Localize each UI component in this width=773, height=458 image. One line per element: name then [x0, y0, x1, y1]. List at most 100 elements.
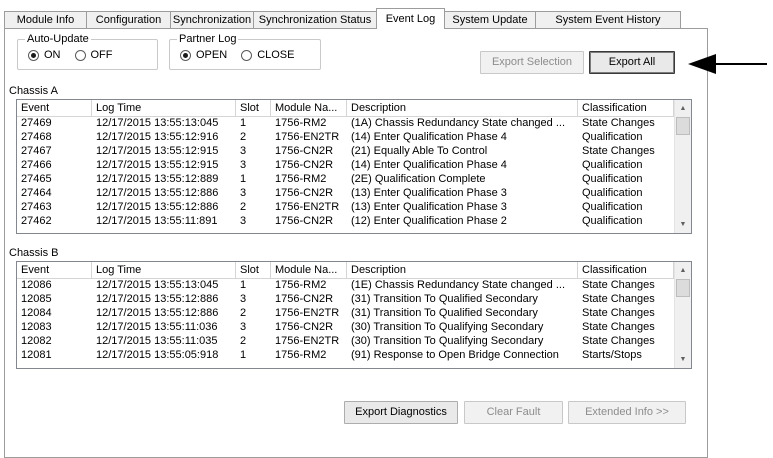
cell-slot: 2	[240, 202, 247, 213]
cell-description: (14) Enter Qualification Phase 4	[351, 132, 507, 143]
cell-description: (13) Enter Qualification Phase 3	[351, 188, 507, 199]
table-row[interactable]: 27468 12/17/2015 13:55:12:916 2 1756-EN2TR (…	[17, 132, 674, 143]
table-row[interactable]: 27462 12/17/2015 13:55:11:891 3 1756-CN2R (1…	[17, 216, 674, 227]
chassis-a-event-table[interactable]: Event Log Time Slot Module Na... Description…	[16, 99, 692, 234]
partner-log-open-radio[interactable]: OPEN	[180, 49, 227, 61]
auto-update-title: Auto-Update	[25, 32, 91, 46]
cell-event: 27462	[21, 216, 52, 227]
cell-module-name: 1756-EN2TR	[275, 308, 340, 319]
clear-fault-button[interactable]: Clear Fault	[464, 401, 563, 424]
cell-event: 12083	[21, 322, 52, 333]
chassis-b-event-table[interactable]: Event Log Time Slot Module Na... Description…	[16, 261, 692, 369]
cell-log-time: 12/17/2015 13:55:13:045	[96, 280, 219, 291]
partner-log-close-radio[interactable]: CLOSE	[241, 49, 294, 61]
cell-slot: 3	[240, 216, 247, 227]
scroll-thumb[interactable]	[676, 117, 690, 135]
cell-log-time: 12/17/2015 13:55:11:035	[96, 336, 218, 347]
export-all-button[interactable]: Export All	[589, 51, 675, 74]
cell-log-time: 12/17/2015 13:55:11:036	[96, 322, 218, 333]
tab-module-info[interactable]: Module Info	[4, 11, 87, 28]
cell-module-name: 1756-CN2R	[275, 322, 334, 333]
scroll-down-arrow-icon[interactable]: ▼	[675, 351, 691, 368]
cell-module-name: 1756-EN2TR	[275, 202, 340, 213]
cell-event: 27465	[21, 174, 52, 185]
cell-event: 27466	[21, 160, 52, 171]
table-row[interactable]: 12082 12/17/2015 13:55:11:035 2 1756-EN2TR (…	[17, 336, 674, 347]
cell-module-name: 1756-RM2	[275, 280, 327, 291]
cell-module-name: 1756-EN2TR	[275, 132, 340, 143]
column-header-classification[interactable]: Classification	[578, 100, 674, 116]
tab-event-log[interactable]: Event Log	[376, 8, 445, 29]
left-pointing-arrow-icon	[688, 54, 716, 74]
table-row[interactable]: 27465 12/17/2015 13:55:12:889 1 1756-RM2 (2E…	[17, 174, 674, 185]
cell-module-name: 1756-EN2TR	[275, 336, 340, 347]
partner-log-close-label: CLOSE	[257, 49, 295, 61]
column-header-slot[interactable]: Slot	[236, 262, 271, 278]
cell-description: (14) Enter Qualification Phase 4	[351, 160, 507, 171]
radio-selected-icon	[180, 49, 191, 61]
table-row[interactable]: 27464 12/17/2015 13:55:12:886 3 1756-CN2R (1…	[17, 188, 674, 199]
column-header-classification[interactable]: Classification	[578, 262, 674, 278]
event-log-panel: Auto-Update ON OFF Partner Log OPEN CLOS…	[4, 28, 708, 458]
cell-classification: Qualification	[582, 132, 643, 143]
table-row[interactable]: 27467 12/17/2015 13:55:12:915 3 1756-CN2R (2…	[17, 146, 674, 157]
cell-log-time: 12/17/2015 13:55:12:915	[96, 160, 219, 171]
cell-log-time: 12/17/2015 13:55:11:891	[96, 216, 218, 227]
extended-info-button[interactable]: Extended Info >>	[568, 401, 686, 424]
tab-synchronization[interactable]: Synchronization	[170, 11, 254, 28]
cell-classification: State Changes	[582, 280, 655, 291]
table-row[interactable]: 27463 12/17/2015 13:55:12:886 2 1756-EN2TR (…	[17, 202, 674, 213]
radio-unselected-icon	[74, 49, 86, 61]
cell-description: (30) Transition To Qualifying Secondary	[351, 322, 544, 333]
cell-log-time: 12/17/2015 13:55:12:886	[96, 202, 219, 213]
auto-update-group: Auto-Update ON OFF	[17, 32, 158, 70]
column-header-description[interactable]: Description	[347, 262, 578, 278]
auto-update-on-radio[interactable]: ON	[28, 49, 61, 61]
cell-event: 12082	[21, 336, 52, 347]
tab-system-update[interactable]: System Update	[444, 11, 536, 28]
table-row[interactable]: 27469 12/17/2015 13:55:13:045 1 1756-RM2 (1A…	[17, 118, 674, 129]
scroll-thumb[interactable]	[676, 279, 690, 297]
cell-slot: 3	[240, 322, 247, 333]
scroll-up-arrow-icon[interactable]: ▲	[675, 262, 691, 279]
column-header-log-time[interactable]: Log Time	[92, 262, 236, 278]
scroll-up-arrow-icon[interactable]: ▲	[675, 100, 691, 117]
cell-classification: State Changes	[582, 294, 655, 305]
tab-system-event-history[interactable]: System Event History	[535, 11, 681, 28]
table-row[interactable]: 12081 12/17/2015 13:55:05:918 1 1756-RM2 (91…	[17, 350, 674, 361]
table-row[interactable]: 27466 12/17/2015 13:55:12:915 3 1756-CN2R (1…	[17, 160, 674, 171]
cell-module-name: 1756-RM2	[275, 174, 327, 185]
export-diagnostics-button[interactable]: Export Diagnostics	[344, 401, 458, 424]
auto-update-off-radio[interactable]: OFF	[74, 49, 113, 61]
column-header-module-name[interactable]: Module Na...	[271, 100, 347, 116]
export-selection-button[interactable]: Export Selection	[480, 51, 584, 74]
chassis-b-scrollbar[interactable]: ▲ ▼	[674, 262, 691, 368]
table-row[interactable]: 12084 12/17/2015 13:55:12:886 2 1756-EN2TR (…	[17, 308, 674, 319]
cell-log-time: 12/17/2015 13:55:13:045	[96, 118, 219, 129]
cell-description: (1E) Chassis Redundancy State changed ..…	[351, 280, 566, 291]
cell-log-time: 12/17/2015 13:55:12:889	[96, 174, 219, 185]
scroll-down-arrow-icon[interactable]: ▼	[675, 216, 691, 233]
table-row[interactable]: 12085 12/17/2015 13:55:12:886 3 1756-CN2R (3…	[17, 294, 674, 305]
column-header-slot[interactable]: Slot	[236, 100, 271, 116]
column-header-event[interactable]: Event	[17, 262, 92, 278]
cell-slot: 3	[240, 294, 247, 305]
cell-description: (12) Enter Qualification Phase 2	[351, 216, 507, 227]
column-header-event[interactable]: Event	[17, 100, 92, 116]
tab-synchronization-status[interactable]: Synchronization Status	[253, 11, 377, 28]
column-header-description[interactable]: Description	[347, 100, 578, 116]
cell-log-time: 12/17/2015 13:55:12:886	[96, 308, 219, 319]
cell-slot: 2	[240, 132, 247, 143]
column-header-log-time[interactable]: Log Time	[92, 100, 236, 116]
auto-update-off-label: OFF	[90, 49, 113, 61]
column-header-module-name[interactable]: Module Na...	[271, 262, 347, 278]
cell-classification: State Changes	[582, 322, 655, 333]
chassis-b-label: Chassis B	[9, 247, 59, 259]
cell-event: 27468	[21, 132, 52, 143]
cell-slot: 2	[240, 308, 247, 319]
tab-configuration[interactable]: Configuration	[86, 11, 171, 28]
table-row[interactable]: 12086 12/17/2015 13:55:13:045 1 1756-RM2 (1E…	[17, 280, 674, 291]
table-row[interactable]: 12083 12/17/2015 13:55:11:036 3 1756-CN2R (3…	[17, 322, 674, 333]
cell-module-name: 1756-RM2	[275, 350, 327, 361]
chassis-a-scrollbar[interactable]: ▲ ▼	[674, 100, 691, 233]
